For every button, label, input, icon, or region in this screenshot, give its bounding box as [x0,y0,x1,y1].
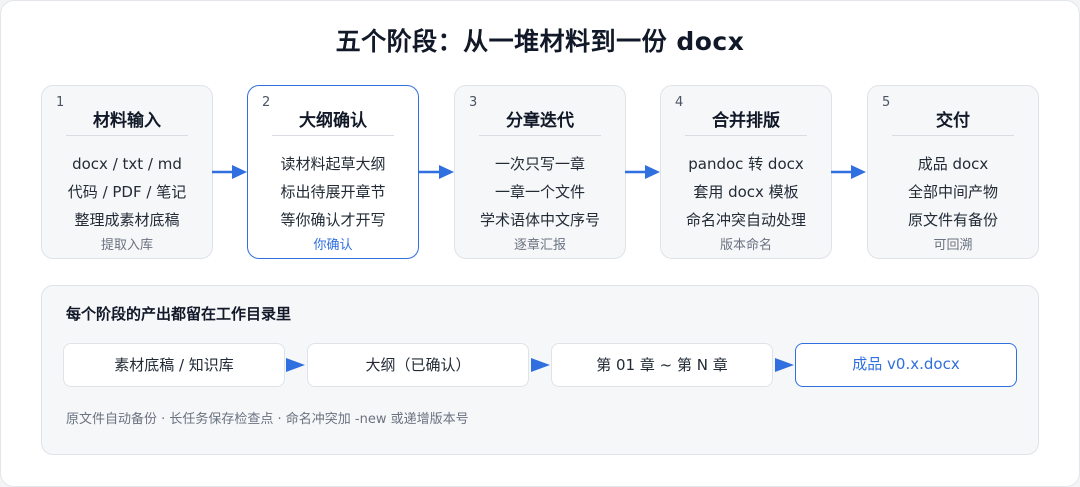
output-item-final: 成品 v0.x.docx [795,343,1017,387]
stage-note: 提取入库 [100,238,153,253]
outputs-footnote: 原文件自动备份 · 长任务保存检查点 · 命名冲突加 -new 或递增版本号 [66,412,469,427]
stage-divider [685,135,807,136]
stage-card-3: 3 分章迭代 一次只写一章 一章一个文件 学术语体中文序号 逐章汇报 [454,85,626,259]
stage-divider [479,135,601,136]
stage-line: 一章一个文件 [494,183,585,201]
output-item: 第 01 章 ~ 第 N 章 [551,343,773,387]
stage-line: 读材料起草大纲 [280,155,386,173]
diagram-title: 五个阶段：从一堆材料到一份 docx [335,27,745,56]
stage-line: 原文件有备份 [907,211,998,229]
output-item: 大纲（已确认） [307,343,529,387]
stage-divider [66,135,188,136]
outputs-title: 每个阶段的产出都留在工作目录里 [66,305,292,323]
arrow-right-icon [531,358,550,372]
stage-name: 材料输入 [93,111,161,131]
stage-note: 可回溯 [933,238,973,253]
arrow-right-icon [625,165,660,179]
stage-line: pandoc 转 docx [688,155,804,173]
stage-note: 你确认 [313,238,353,253]
stage-line: docx / txt / md [72,155,182,173]
stage-line: 标出待展开章节 [280,183,386,201]
stage-card-2: 2 大纲确认 读材料起草大纲 标出待展开章节 等你确认才开写 你确认 [247,85,419,259]
stage-name: 交付 [936,111,970,131]
stage-line: 命名冲突自动处理 [685,211,806,229]
stage-card-4: 4 合并排版 pandoc 转 docx 套用 docx 模板 命名冲突自动处理… [660,85,832,259]
stage-divider [892,135,1014,136]
stage-note: 版本命名 [719,238,772,253]
stage-line: 一次只写一章 [494,155,585,173]
stage-line: 成品 docx [917,155,989,173]
stage-name: 大纲确认 [299,111,367,131]
output-item: 素材底稿 / 知识库 [63,343,285,387]
stage-name: 分章迭代 [506,111,574,131]
stage-line: 代码 / PDF / 笔记 [67,183,187,201]
stage-line: 等你确认才开写 [280,211,386,229]
stage-card-1: 1 材料输入 docx / txt / md 代码 / PDF / 笔记 整理成… [41,85,213,259]
stage-line: 整理成素材底稿 [74,211,180,229]
arrow-right-icon [419,165,454,179]
stage-line: 学术语体中文序号 [479,211,600,229]
arrow-right-icon [775,358,794,372]
stage-card-5: 5 交付 成品 docx 全部中间产物 原文件有备份 可回溯 [867,85,1039,259]
arrow-right-icon [286,358,305,372]
stage-line: 全部中间产物 [907,183,998,201]
stage-divider [272,135,394,136]
stage-name: 合并排版 [712,111,780,131]
stage-line: 套用 docx 模板 [693,183,799,201]
stage-note: 逐章汇报 [513,238,566,253]
arrow-right-icon [212,165,247,179]
arrow-right-icon [831,165,866,179]
